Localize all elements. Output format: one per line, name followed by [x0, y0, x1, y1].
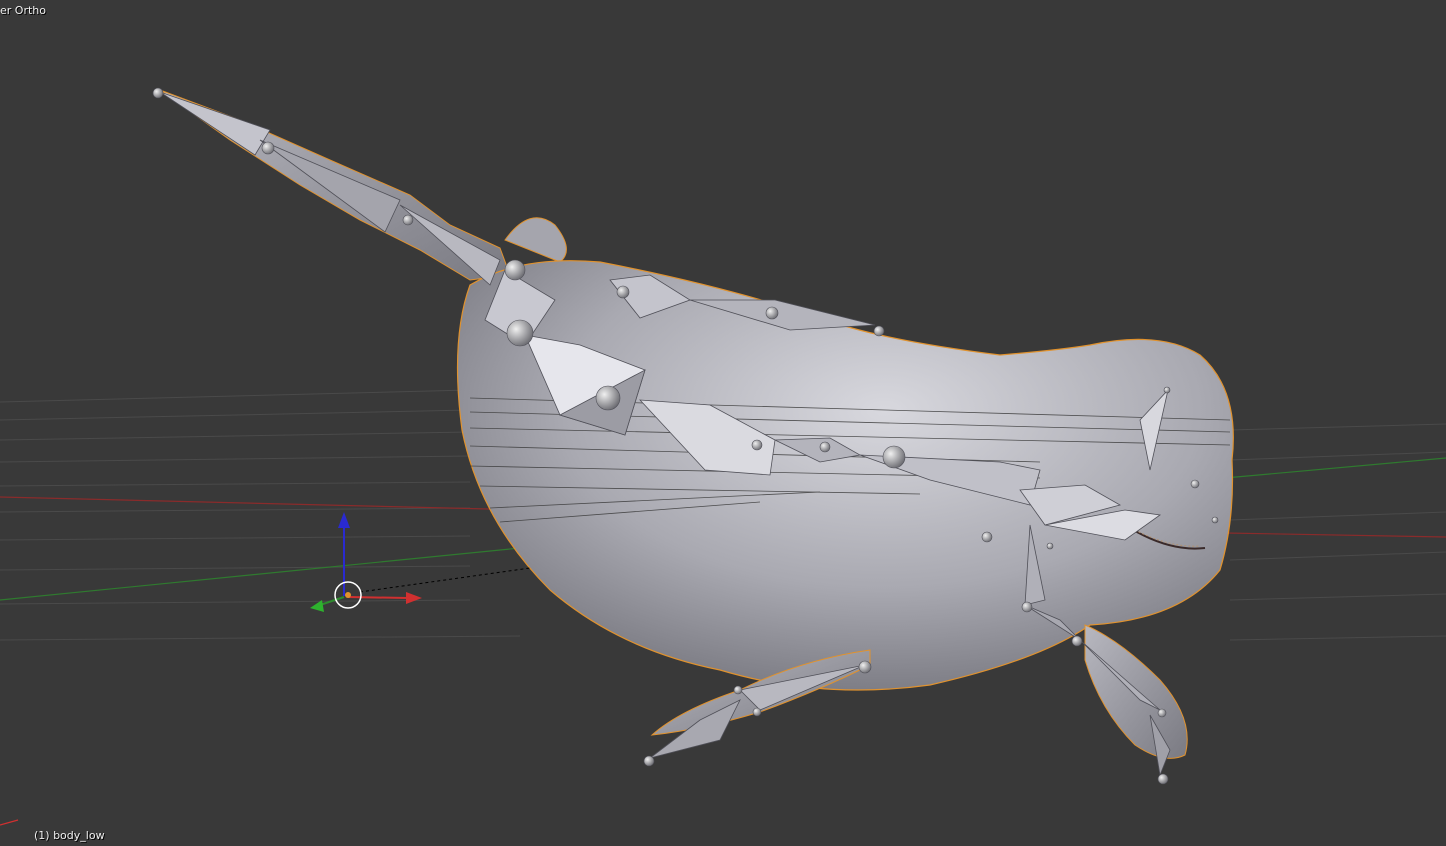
active-object-label: (1) body_low — [34, 829, 105, 842]
joint — [1157, 708, 1167, 718]
bone — [159, 91, 271, 156]
joint — [261, 141, 275, 155]
transform-gizmo — [310, 512, 531, 612]
view-label: er Ortho — [0, 4, 46, 17]
joint — [1071, 635, 1083, 647]
joint — [152, 87, 164, 99]
joint — [981, 531, 993, 543]
gizmo-x-arrow — [406, 592, 422, 604]
joint — [506, 319, 534, 347]
corner-axis-hint — [0, 819, 19, 826]
joint — [595, 385, 621, 411]
joint — [1190, 479, 1200, 489]
dorsal-hump — [504, 217, 567, 263]
joint — [1163, 386, 1171, 394]
joint — [616, 285, 630, 299]
joint — [1046, 542, 1054, 550]
joint — [873, 325, 885, 337]
joint — [858, 660, 872, 674]
joint — [643, 755, 655, 767]
object-origin — [345, 592, 351, 598]
joint — [765, 306, 779, 320]
gizmo-z-arrow — [338, 512, 350, 528]
y-axis-line-right — [1224, 457, 1446, 479]
joint — [1021, 601, 1033, 613]
3d-viewport[interactable]: er Ortho (1) body_low — [0, 0, 1446, 846]
joint — [402, 214, 414, 226]
joint — [504, 259, 526, 281]
y-axis-line — [0, 539, 601, 601]
joint — [1211, 516, 1219, 524]
joint — [819, 441, 831, 453]
joint — [752, 707, 762, 717]
joint — [882, 445, 906, 469]
joint — [751, 439, 763, 451]
gizmo-x-axis — [347, 596, 409, 599]
joint — [733, 685, 743, 695]
viewport-canvas[interactable] — [0, 0, 1446, 846]
relationship-dash — [359, 567, 531, 593]
joint — [1157, 773, 1169, 785]
x-axis-line-right — [1224, 532, 1446, 538]
